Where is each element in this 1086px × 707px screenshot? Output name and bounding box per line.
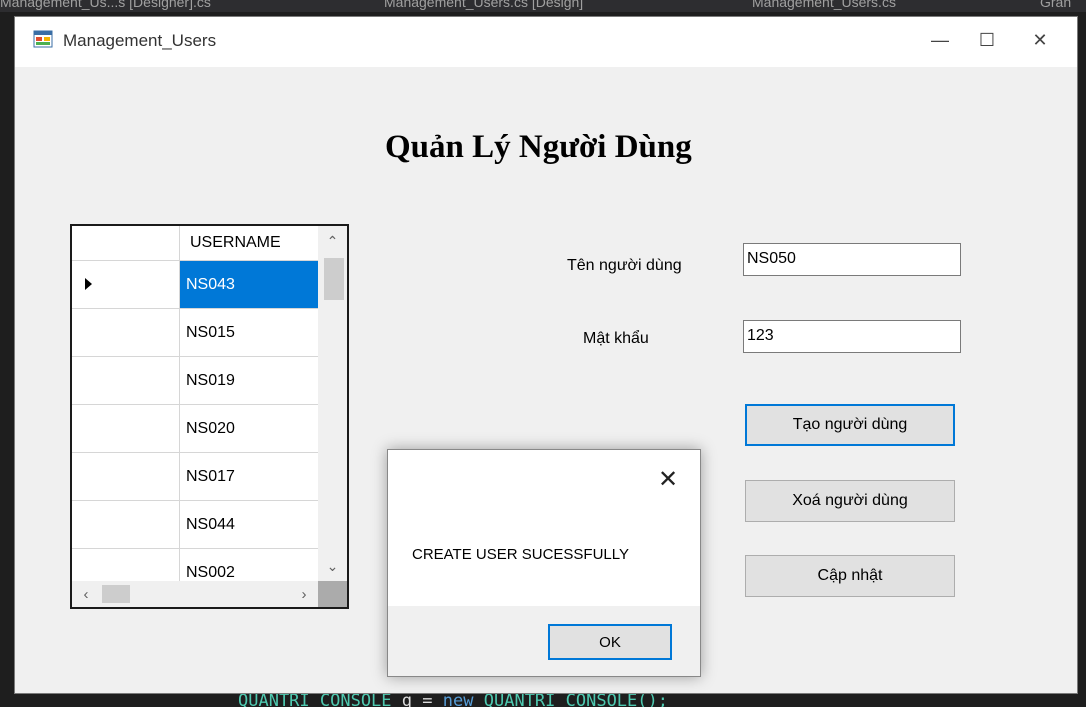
update-button[interactable]: Cập nhật — [745, 555, 955, 597]
username-cell[interactable]: NS015 — [180, 309, 318, 357]
scroll-left-icon[interactable]: ‹ — [72, 581, 100, 607]
window-title: Management_Users — [63, 31, 217, 50]
horizontal-scroll-thumb[interactable] — [102, 585, 130, 603]
row-header[interactable] — [72, 453, 180, 501]
ide-tab[interactable]: Management_Users.cs — [752, 0, 896, 10]
scroll-up-icon[interactable]: ⌃ — [318, 226, 347, 256]
username-cell[interactable]: NS017 — [180, 453, 318, 501]
scroll-corner — [318, 581, 347, 607]
grid-corner-cell[interactable] — [72, 226, 180, 261]
table-row[interactable]: NS017 — [72, 453, 318, 501]
table-row[interactable]: NS043 — [72, 261, 318, 309]
app-form-icon — [33, 30, 53, 48]
close-button[interactable]: ✕ — [1023, 25, 1057, 55]
vertical-scroll-thumb[interactable] — [324, 258, 344, 300]
horizontal-scrollbar[interactable]: ‹ › — [72, 581, 318, 607]
username-cell[interactable]: NS043 — [180, 261, 318, 309]
row-header[interactable] — [72, 309, 180, 357]
username-cell[interactable]: NS020 — [180, 405, 318, 453]
password-field[interactable]: 123 — [743, 320, 961, 353]
dialog-message: CREATE USER SUCESSFULLY — [412, 546, 629, 563]
username-cell[interactable]: NS019 — [180, 357, 318, 405]
row-header[interactable] — [72, 261, 180, 309]
row-header[interactable] — [72, 357, 180, 405]
password-label: Mật khẩu — [583, 330, 649, 347]
create-user-button[interactable]: Tạo người dùng — [745, 404, 955, 446]
ide-tab-strip: Management_Us...s [Designer].cs Manageme… — [0, 0, 1086, 12]
table-row[interactable]: NS019 — [72, 357, 318, 405]
username-label: Tên người dùng — [567, 257, 682, 274]
username-cell[interactable]: NS044 — [180, 501, 318, 549]
message-dialog: ✕ CREATE USER SUCESSFULLY OK — [387, 449, 701, 677]
table-row[interactable]: NS015 — [72, 309, 318, 357]
users-grid[interactable]: USERNAME NS043 NS015 NS019 NS020 NS017 N… — [70, 224, 349, 609]
dialog-close-icon[interactable]: ✕ — [650, 464, 686, 494]
code-op: = — [422, 694, 433, 707]
title-bar[interactable]: Management_Users — ☐ ✕ — [15, 17, 1077, 67]
code-text: QUANTRI_CONSOLE q = new QUANTRI_CONSOLE(… — [238, 694, 668, 707]
row-header[interactable] — [72, 501, 180, 549]
ide-code-line: QUANTRI_CONSOLE q = new QUANTRI_CONSOLE(… — [0, 694, 1086, 707]
code-keyword: new — [442, 694, 474, 707]
ok-button[interactable]: OK — [548, 624, 672, 660]
code-ctor: QUANTRI_CONSOLE(); — [483, 694, 668, 707]
form-heading: Quản Lý Người Dùng — [385, 129, 692, 165]
ide-tab[interactable]: Gran — [1040, 0, 1071, 10]
code-var: q — [401, 694, 413, 707]
dialog-footer: OK — [388, 606, 700, 676]
delete-user-button[interactable]: Xoá người dùng — [745, 480, 955, 522]
scroll-down-icon[interactable]: ⌄ — [318, 551, 347, 581]
table-row[interactable]: NS044 — [72, 501, 318, 549]
username-field[interactable]: NS050 — [743, 243, 961, 276]
minimize-button[interactable]: — — [923, 25, 957, 55]
scroll-right-icon[interactable]: › — [290, 581, 318, 607]
grid-header: USERNAME — [72, 226, 318, 261]
maximize-button[interactable]: ☐ — [970, 25, 1004, 55]
ide-tab[interactable]: Management_Us...s [Designer].cs — [0, 0, 211, 10]
ide-tab[interactable]: Management_Users.cs [Design] — [384, 0, 583, 10]
row-header[interactable] — [72, 405, 180, 453]
column-header-username[interactable]: USERNAME — [180, 226, 318, 261]
current-row-arrow-icon — [85, 278, 92, 290]
code-type: QUANTRI_CONSOLE — [238, 694, 392, 707]
vertical-scrollbar[interactable]: ⌃ ⌄ — [318, 226, 347, 581]
table-row[interactable]: NS020 — [72, 405, 318, 453]
